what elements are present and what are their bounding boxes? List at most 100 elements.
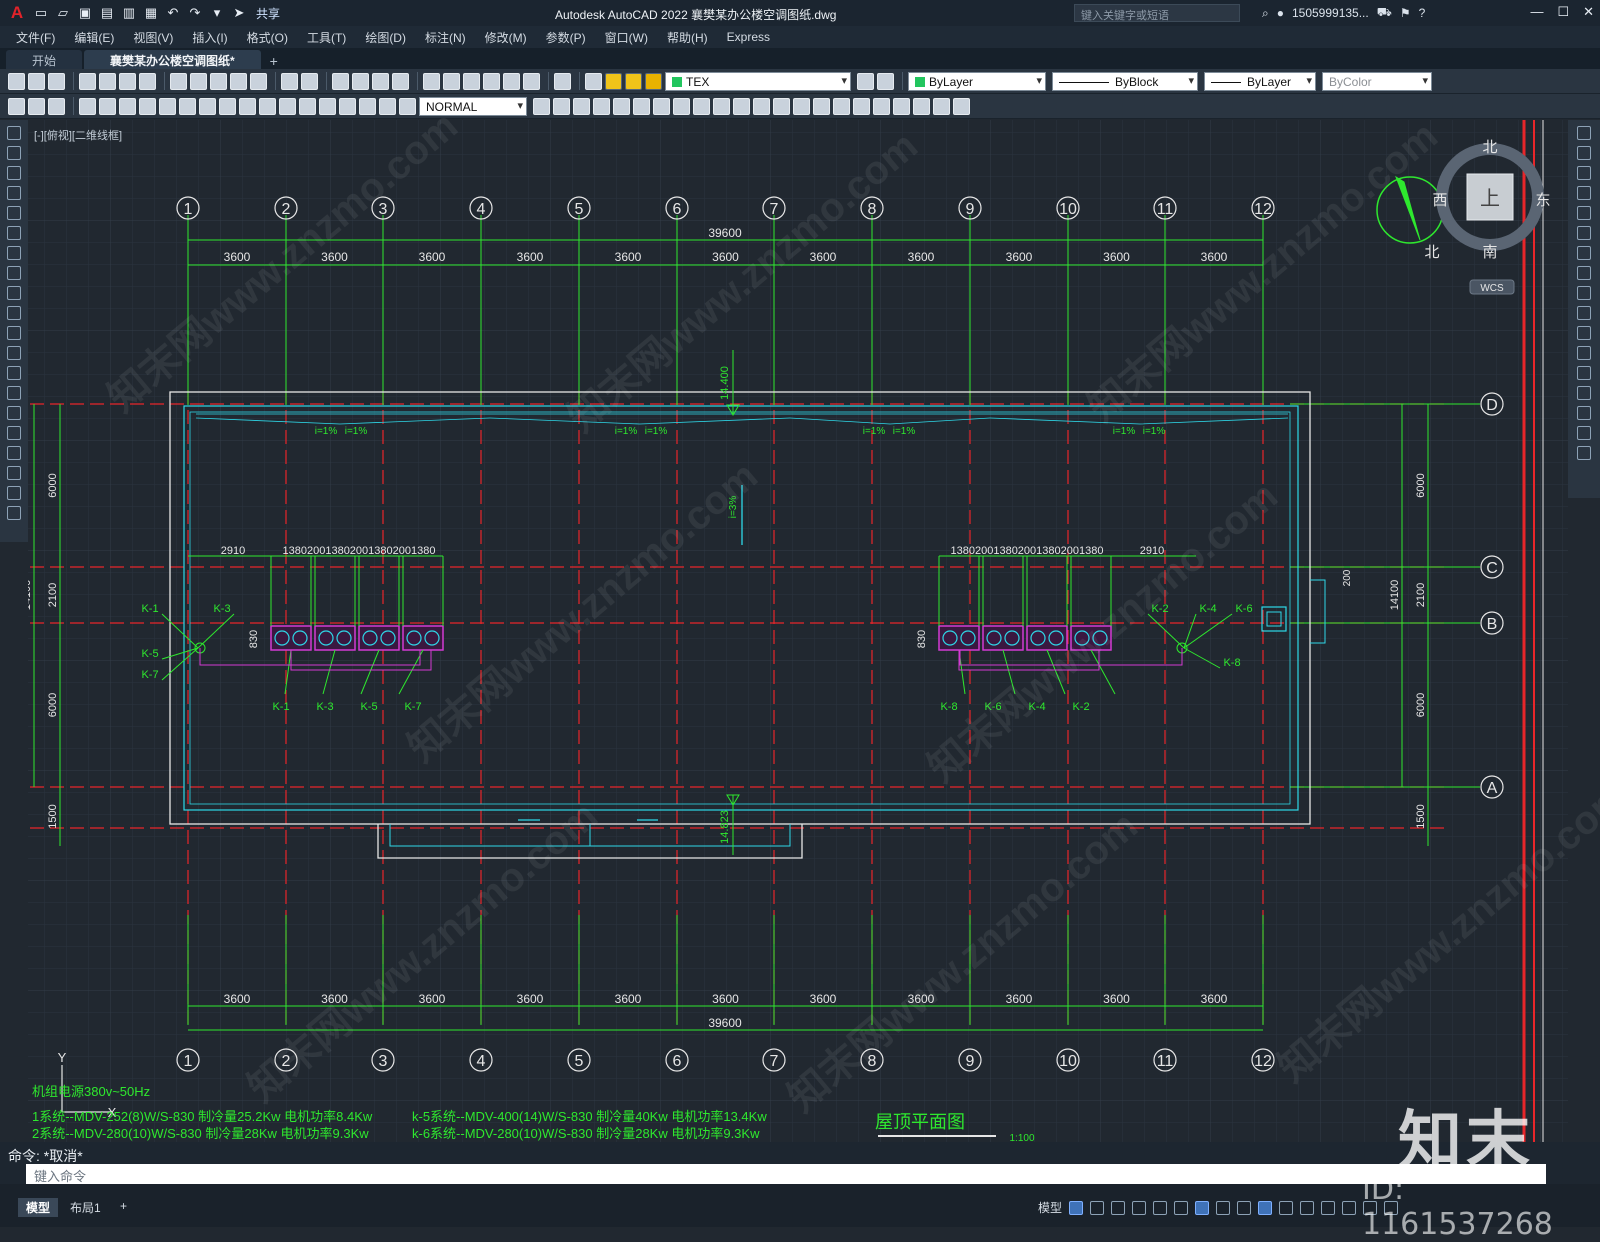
zoom-window-icon[interactable] bbox=[372, 72, 389, 90]
slice-icon[interactable] bbox=[853, 97, 870, 115]
break-icon[interactable] bbox=[1577, 366, 1591, 380]
add-selected-icon[interactable] bbox=[7, 506, 21, 520]
layer-freeze-icon[interactable] bbox=[625, 72, 642, 90]
make-current-icon[interactable] bbox=[857, 72, 874, 90]
hatch-icon[interactable] bbox=[7, 406, 21, 420]
inspect-dim-icon[interactable] bbox=[319, 97, 336, 115]
jogged-linear-icon[interactable] bbox=[339, 97, 356, 115]
menu-item-1[interactable]: 编辑(E) bbox=[74, 29, 114, 46]
close-icon[interactable]: ✕ bbox=[1583, 4, 1594, 20]
revision-cloud-icon[interactable] bbox=[7, 266, 21, 280]
extrude-icon[interactable] bbox=[693, 97, 710, 115]
lineweight-combo[interactable]: ByLayer bbox=[1204, 71, 1316, 91]
settings-icon[interactable] bbox=[1321, 1200, 1336, 1215]
new-tab-icon[interactable]: + bbox=[263, 53, 285, 69]
menu-item-2[interactable]: 视图(V) bbox=[133, 29, 173, 46]
3d-rotate-icon[interactable] bbox=[893, 97, 910, 115]
construction-line-icon[interactable] bbox=[7, 146, 21, 160]
zoom-previous-icon[interactable] bbox=[392, 72, 409, 90]
plot-icon[interactable]: ▦ bbox=[142, 4, 160, 22]
redo-icon[interactable]: ↷ bbox=[186, 4, 204, 22]
menu-item-7[interactable]: 标注(N) bbox=[425, 29, 466, 46]
dim-style-icon[interactable] bbox=[533, 97, 550, 115]
spline-icon[interactable] bbox=[7, 286, 21, 300]
markup-icon[interactable] bbox=[503, 72, 520, 90]
sheet-set-icon[interactable] bbox=[483, 72, 500, 90]
search-input[interactable]: 键入关键字或短语 bbox=[1074, 4, 1240, 22]
isodraft-icon[interactable] bbox=[1153, 1200, 1168, 1215]
menu-item-6[interactable]: 绘图(D) bbox=[365, 29, 406, 46]
copy-icon[interactable] bbox=[190, 72, 207, 90]
print-icon[interactable] bbox=[79, 72, 96, 90]
preview-icon[interactable] bbox=[99, 72, 116, 90]
intersect-icon[interactable] bbox=[813, 97, 830, 115]
mirror-icon[interactable] bbox=[1577, 166, 1591, 180]
3d-torus-icon[interactable] bbox=[653, 97, 670, 115]
maximize-icon[interactable]: ☐ bbox=[1557, 4, 1569, 20]
gradient-icon[interactable] bbox=[7, 426, 21, 440]
user-icon[interactable]: ● bbox=[1277, 6, 1284, 20]
layer-combo[interactable]: TEX bbox=[665, 71, 851, 91]
annotation-scale-icon[interactable] bbox=[1258, 1200, 1273, 1215]
web-mobile-icon[interactable]: ▥ bbox=[120, 4, 138, 22]
customize-qat-icon[interactable]: ▾ bbox=[208, 4, 226, 22]
break-dim-icon[interactable] bbox=[259, 97, 276, 115]
sweep-icon[interactable] bbox=[733, 97, 750, 115]
menu-item-5[interactable]: 工具(T) bbox=[307, 29, 346, 46]
model-space-label[interactable]: 模型 bbox=[1038, 1199, 1062, 1216]
annotation-monitor-icon[interactable] bbox=[1300, 1200, 1315, 1215]
multiline-text-icon[interactable] bbox=[7, 486, 21, 500]
viewport-label[interactable]: [-][俯视][二维线框] bbox=[34, 127, 122, 143]
move-icon[interactable] bbox=[1577, 226, 1591, 240]
layer-previous-icon[interactable] bbox=[877, 72, 894, 90]
line-icon[interactable] bbox=[7, 126, 21, 140]
erase-icon[interactable] bbox=[1577, 126, 1591, 140]
tab-start[interactable]: 开始 bbox=[6, 50, 83, 69]
array-icon[interactable] bbox=[1577, 206, 1591, 220]
break-at-point-icon[interactable] bbox=[1577, 346, 1591, 360]
3d-move-icon[interactable] bbox=[873, 97, 890, 115]
copy-clip-icon[interactable] bbox=[8, 97, 25, 115]
save-icon[interactable]: ▣ bbox=[76, 4, 94, 22]
undo-icon[interactable] bbox=[281, 72, 298, 90]
tab-drawing[interactable]: 襄樊某办公楼空调图纸* bbox=[84, 50, 261, 69]
loft-icon[interactable] bbox=[753, 97, 770, 115]
3d-cylinder-icon[interactable] bbox=[633, 97, 650, 115]
3d-pyramid-icon[interactable] bbox=[673, 97, 690, 115]
menu-item-0[interactable]: 文件(F) bbox=[16, 29, 55, 46]
redo-icon[interactable] bbox=[301, 72, 318, 90]
menu-item-12[interactable]: Express bbox=[727, 30, 770, 44]
region-icon[interactable] bbox=[7, 446, 21, 460]
polar-icon[interactable] bbox=[1132, 1200, 1147, 1215]
transparency-icon[interactable] bbox=[1237, 1200, 1252, 1215]
table-icon[interactable] bbox=[7, 466, 21, 480]
join-icon[interactable] bbox=[1577, 386, 1591, 400]
color-combo[interactable]: ByLayer bbox=[908, 71, 1046, 91]
new-file-icon[interactable]: ▭ bbox=[32, 4, 50, 22]
3d-array-icon[interactable] bbox=[953, 97, 970, 115]
copy-object-icon[interactable] bbox=[1577, 146, 1591, 160]
snap-icon[interactable] bbox=[1090, 1200, 1105, 1215]
menu-item-8[interactable]: 修改(M) bbox=[485, 29, 527, 46]
trim-icon[interactable] bbox=[1577, 306, 1591, 320]
menu-item-9[interactable]: 参数(P) bbox=[546, 29, 586, 46]
3d-align-icon[interactable] bbox=[913, 97, 930, 115]
save-as-icon[interactable]: ▤ bbox=[98, 4, 116, 22]
ordinate-dim-icon[interactable] bbox=[79, 97, 96, 115]
ortho-icon[interactable] bbox=[1111, 1200, 1126, 1215]
aligned-dim-icon[interactable] bbox=[48, 97, 65, 115]
rotate-icon[interactable] bbox=[1577, 246, 1591, 260]
open-icon[interactable] bbox=[28, 72, 45, 90]
autocad-logo-icon[interactable]: A bbox=[6, 3, 28, 23]
layer-on-icon[interactable] bbox=[605, 72, 622, 90]
scale-icon[interactable] bbox=[1577, 266, 1591, 280]
menu-item-11[interactable]: 帮助(H) bbox=[667, 29, 708, 46]
zoom-realtime-icon[interactable] bbox=[352, 72, 369, 90]
3d-print-icon[interactable] bbox=[139, 72, 156, 90]
match-properties-icon[interactable] bbox=[230, 72, 247, 90]
linetype-combo[interactable]: ByBlock bbox=[1052, 71, 1198, 91]
lineweight-icon[interactable] bbox=[1216, 1200, 1231, 1215]
open-file-icon[interactable]: ▱ bbox=[54, 4, 72, 22]
3d-wedge-icon[interactable] bbox=[573, 97, 590, 115]
3d-sphere-icon[interactable] bbox=[613, 97, 630, 115]
